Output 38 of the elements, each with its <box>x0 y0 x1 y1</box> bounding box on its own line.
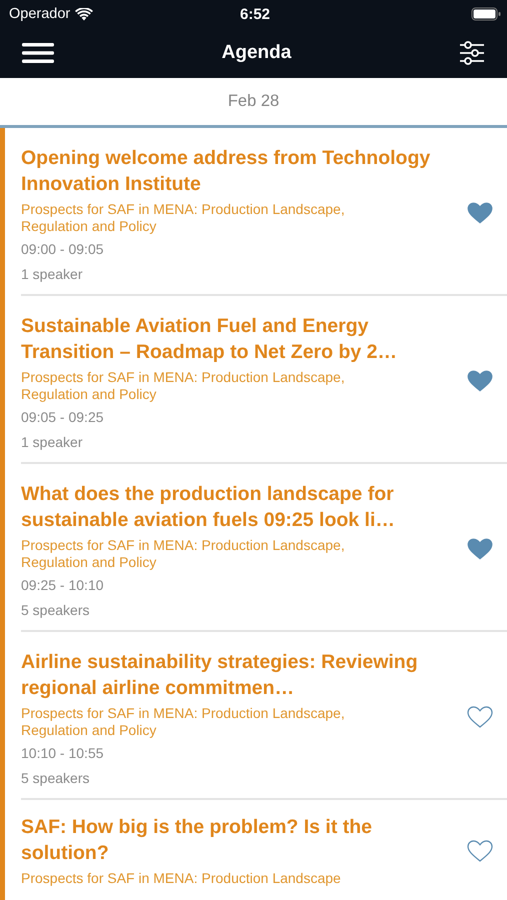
session-title: SAF: How big is the problem? Is it the solution? <box>21 815 374 866</box>
session-item[interactable]: What does the production landscape for sustainable aviation fuels 09:25 look li… Prospects for SAF in MENA: Production Landscape, Regulation and Policy 09:25 - 10:10 5 speakers <box>21 464 507 632</box>
session-item[interactable]: Airline sustainability strategies: Reviewing regional airline commitmen… Prospects for SAF in MENA: Production Landscape, Regulation and Policy 10:10 - 10:55 5 speakers <box>21 632 507 800</box>
session-track: Prospects for SAF in MENA: Production Landscape, Regulation and Policy <box>21 536 346 572</box>
session-title: Airline sustainability strategies: Reviewing regional airline commitmen… <box>21 650 419 700</box>
session-track: Prospects for SAF in MENA: Production Landscape, Regulation and Policy <box>21 704 346 740</box>
menu-button[interactable] <box>22 43 54 63</box>
session-title: Opening welcome address from Technology Innovation Institute <box>21 146 432 196</box>
session-item[interactable]: SAF: How big is the problem? Is it the solution? Prospects for SAF in MENA: Production Landscape <box>21 800 507 898</box>
wifi-icon <box>75 8 94 20</box>
session-title: What does the production landscape for sustainable aviation fuels 09:25 look li… <box>21 482 396 532</box>
session-time: 09:05 - 09:25 <box>21 408 105 424</box>
favorite-heart-icon[interactable] <box>467 538 493 560</box>
battery-icon <box>471 7 501 21</box>
speaker-count: 5 speakers <box>21 602 90 618</box>
favorite-heart-icon[interactable] <box>467 202 493 224</box>
session-time: 09:25 - 10:10 <box>21 576 105 592</box>
session-time: 09:00 - 09:05 <box>21 240 105 256</box>
speaker-count: 1 speaker <box>21 266 84 282</box>
favorite-heart-icon[interactable] <box>467 840 493 862</box>
favorite-heart-icon[interactable] <box>467 370 493 392</box>
carrier-name: Operador <box>9 6 70 22</box>
session-track: Prospects for SAF in MENA: Production Landscape <box>21 870 342 888</box>
session-track: Prospects for SAF in MENA: Production Landscape, Regulation and Policy <box>21 200 346 236</box>
menu-icon <box>22 43 54 63</box>
speaker-count: 1 speaker <box>21 434 84 450</box>
session-item[interactable]: Opening welcome address from Technology Innovation Institute Prospects for SAF in MENA: Production Landscape, Regulation and Policy 09:00 - 09:05 1 speaker <box>21 128 507 296</box>
date-label: Feb 28 <box>228 92 280 111</box>
filter-button[interactable] <box>459 40 485 66</box>
status-time: 6:52 <box>240 6 270 22</box>
favorite-heart-icon[interactable] <box>467 706 493 728</box>
session-title: Sustainable Aviation Fuel and Energy Transition – Roadmap to Net Zero by 2… <box>21 314 398 364</box>
speaker-count: 5 speakers <box>21 770 90 786</box>
screen-title: Agenda <box>222 42 292 64</box>
session-item[interactable]: Sustainable Aviation Fuel and Energy Transition – Roadmap to Net Zero by 2… Prospects for SAF in MENA: Production Landscape, Regulation and Policy 09:05 - 09:25 1 speaker <box>21 296 507 464</box>
session-track: Prospects for SAF in MENA: Production Landscape, Regulation and Policy <box>21 368 346 404</box>
settings-icon <box>459 40 485 66</box>
session-time: 10:10 - 10:55 <box>21 744 105 760</box>
